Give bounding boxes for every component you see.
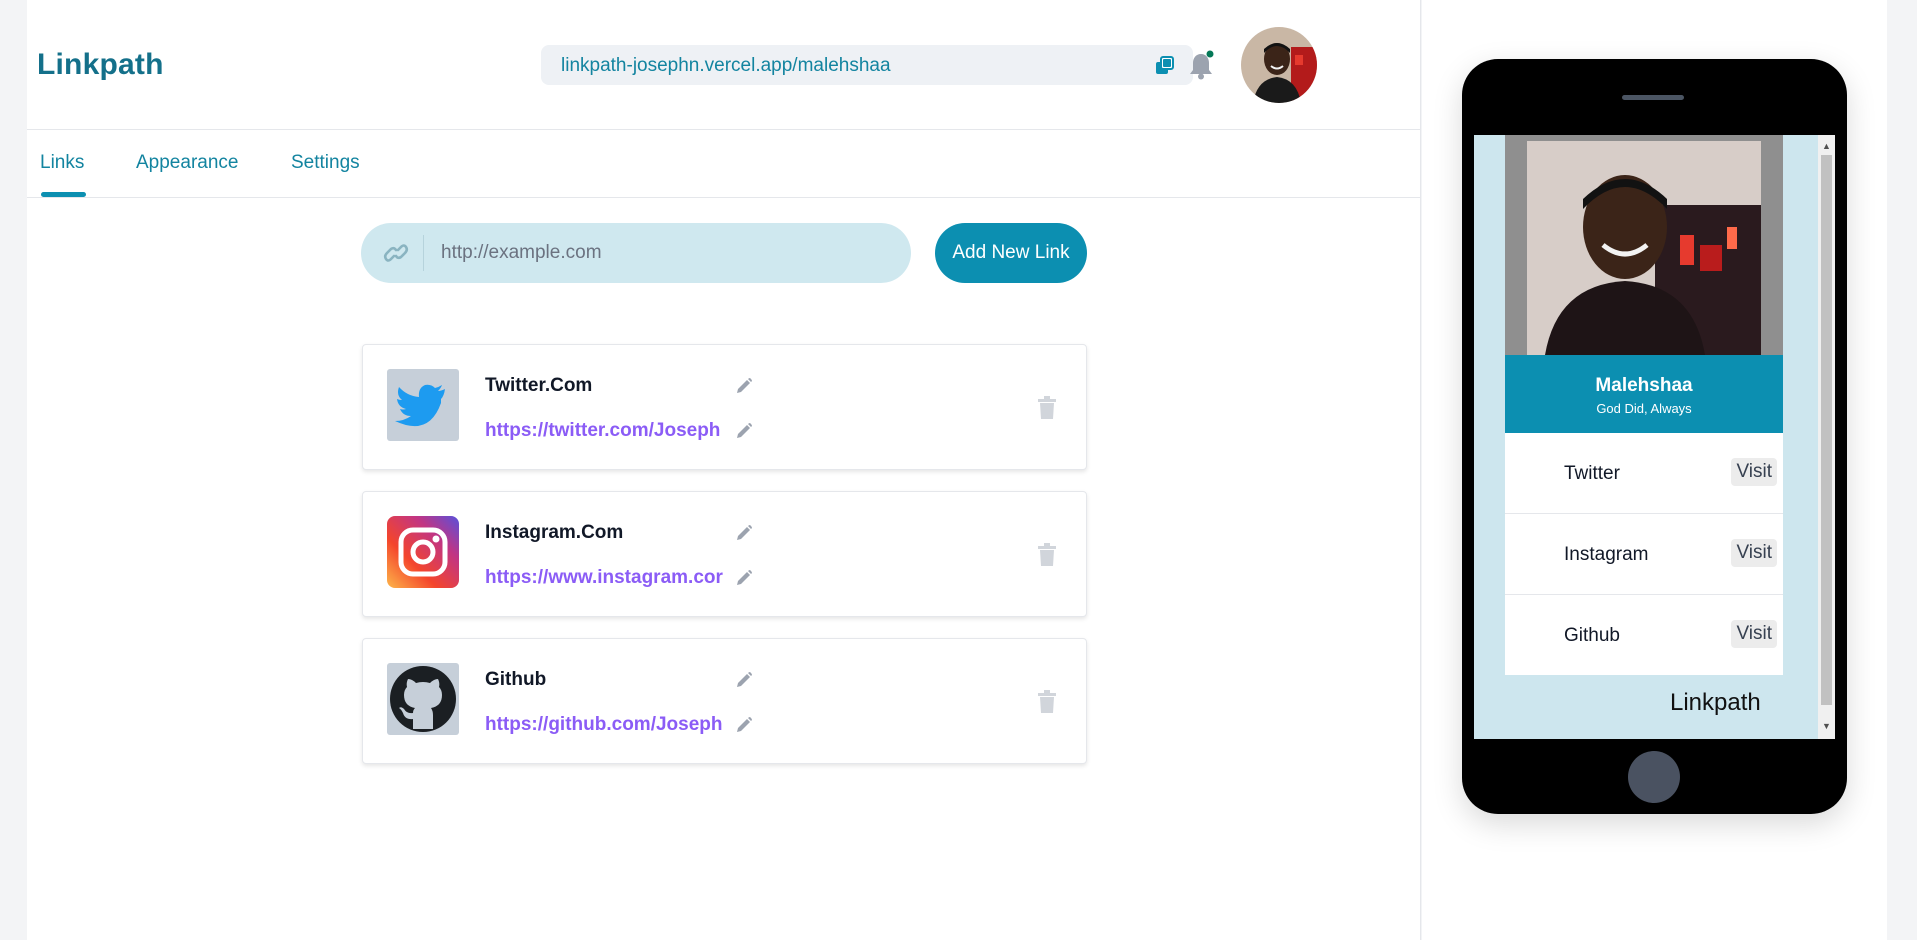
edit-title-icon[interactable] — [735, 671, 753, 689]
preview-link-item: Github Visit — [1505, 595, 1783, 676]
preview-link-title: Twitter — [1564, 463, 1620, 484]
brand-logo[interactable]: Linkpath — [37, 48, 164, 82]
top-header: Linkpath linkpath-josephn.vercel.app/mal… — [27, 0, 1421, 130]
visit-button[interactable]: Visit — [1731, 458, 1777, 486]
edit-title-icon[interactable] — [735, 377, 753, 395]
tab-bar: Links Appearance Settings — [27, 130, 1421, 198]
link-url: https://www.instagram.cor — [485, 567, 723, 588]
trash-icon[interactable] — [1037, 396, 1057, 420]
profile-name-band: Malehshaa God Did, Always — [1505, 355, 1783, 433]
preview-link-title: Instagram — [1564, 544, 1649, 565]
copy-icon[interactable] — [1153, 54, 1177, 78]
profile-photo — [1505, 135, 1783, 355]
profile-bio: God Did, Always — [1596, 401, 1692, 416]
editor-panel: Linkpath linkpath-josephn.vercel.app/mal… — [27, 0, 1421, 940]
phone-speaker — [1622, 95, 1684, 100]
tab-appearance[interactable]: Appearance — [136, 152, 238, 174]
twitter-icon — [387, 369, 459, 441]
trash-icon[interactable] — [1037, 690, 1057, 714]
right-gutter — [1887, 0, 1917, 940]
scrollbar-thumb[interactable] — [1821, 155, 1832, 705]
new-link-input[interactable] — [441, 233, 881, 273]
share-url-box: linkpath-josephn.vercel.app/malehshaa — [541, 45, 1193, 85]
bell-icon[interactable] — [1187, 50, 1215, 80]
profile-name: Malehshaa — [1595, 375, 1693, 396]
link-title: Twitter.Com — [485, 375, 593, 396]
preview-link-item: Instagram Visit — [1505, 514, 1783, 595]
link-url: https://twitter.com/Joseph — [485, 420, 721, 441]
add-new-link-button[interactable]: Add New Link — [935, 223, 1087, 283]
scroll-down-arrow-icon[interactable]: ▼ — [1822, 721, 1831, 731]
link-title: Instagram.Com — [485, 522, 624, 543]
tab-links[interactable]: Links — [40, 152, 84, 174]
preview-link-item: Twitter Visit — [1505, 433, 1783, 514]
trash-icon[interactable] — [1037, 543, 1057, 567]
preview-scrollbar[interactable]: ▲ ▼ — [1818, 135, 1835, 739]
edit-title-icon[interactable] — [735, 524, 753, 542]
phone-mockup: Malehshaa God Did, Always Twitter Visit … — [1462, 59, 1847, 814]
link-chain-icon — [383, 241, 409, 265]
link-url: https://github.com/Joseph — [485, 714, 723, 735]
user-avatar[interactable] — [1241, 27, 1317, 103]
new-link-field — [361, 223, 911, 283]
input-separator — [423, 235, 424, 271]
left-gutter — [0, 0, 27, 940]
edit-url-icon[interactable] — [735, 716, 753, 734]
link-card-instagram: Instagram.Com https://www.instagram.cor — [362, 491, 1087, 617]
visit-button[interactable]: Visit — [1731, 620, 1777, 648]
link-title: Github — [485, 669, 547, 690]
scroll-up-arrow-icon[interactable]: ▲ — [1822, 141, 1831, 151]
visit-button[interactable]: Visit — [1731, 539, 1777, 567]
link-card-github: Github https://github.com/Joseph — [362, 638, 1087, 764]
edit-url-icon[interactable] — [735, 569, 753, 587]
instagram-icon — [387, 516, 459, 588]
share-url-text: linkpath-josephn.vercel.app/malehshaa — [561, 55, 891, 76]
preview-link-title: Github — [1564, 625, 1620, 646]
link-card-twitter: Twitter.Com https://twitter.com/Joseph — [362, 344, 1087, 470]
preview-pane: Malehshaa God Did, Always Twitter Visit … — [1422, 0, 1887, 940]
phone-screen: Malehshaa God Did, Always Twitter Visit … — [1474, 135, 1835, 739]
tab-settings[interactable]: Settings — [291, 152, 360, 174]
edit-url-icon[interactable] — [735, 422, 753, 440]
github-icon — [387, 663, 459, 735]
preview-links-list: Twitter Visit Instagram Visit Github Vis… — [1505, 433, 1783, 675]
active-tab-indicator — [41, 192, 86, 197]
phone-home-button — [1628, 751, 1680, 803]
preview-footer-brand: Linkpath — [1670, 689, 1761, 716]
